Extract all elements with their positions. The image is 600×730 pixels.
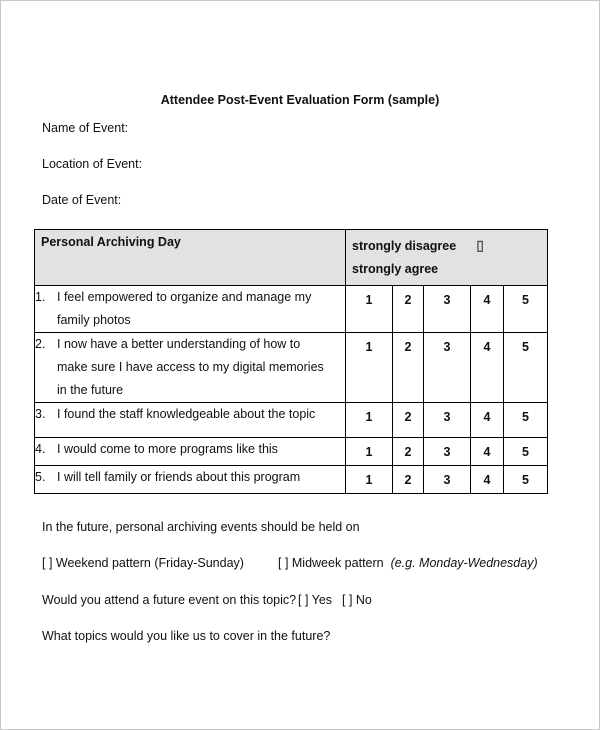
rating-2[interactable]: 2 (392, 465, 424, 494)
table-header-scale: strongly disagree ▯ strongly agree (345, 229, 548, 286)
event-name-field[interactable]: Name of Event: (42, 121, 128, 135)
rating-5[interactable]: 5 (503, 437, 548, 466)
question-number: 2. (35, 337, 46, 351)
rating-3[interactable]: 3 (423, 332, 471, 403)
scale-symbol-icon: ▯ (476, 237, 484, 253)
question-number: 5. (35, 470, 46, 484)
scale-low-label: strongly disagree (352, 239, 457, 253)
question-number: 4. (35, 442, 46, 456)
evaluation-table: Personal Archiving Day strongly disagree… (34, 229, 548, 494)
rating-5[interactable]: 5 (503, 285, 548, 333)
rating-4[interactable]: 4 (470, 285, 504, 333)
rating-4[interactable]: 4 (470, 465, 504, 494)
form-title: Attendee Post-Event Evaluation Form (sam… (160, 93, 440, 107)
rating-2[interactable]: 2 (392, 402, 424, 438)
rating-4[interactable]: 4 (470, 402, 504, 438)
scale-high-label: strongly agree (352, 262, 439, 276)
rating-3[interactable]: 3 (423, 437, 471, 466)
question-text: I would come to more programs like this (57, 442, 278, 456)
question-text: I found the staff knowledgeable about th… (57, 407, 316, 421)
table-row: 1. I feel empowered to organize and manag… (34, 285, 548, 333)
question-text: I now have a better understanding of how… (57, 337, 324, 397)
midweek-example: (e.g. Monday-Wednesday) (390, 556, 538, 570)
rating-1[interactable]: 1 (345, 402, 393, 438)
rating-4[interactable]: 4 (470, 437, 504, 466)
rating-3[interactable]: 3 (423, 285, 471, 333)
future-events-question: In the future, personal archiving events… (42, 520, 360, 534)
rating-4[interactable]: 4 (470, 332, 504, 403)
table-header-row: Personal Archiving Day strongly disagree… (34, 229, 548, 286)
event-date-field[interactable]: Date of Event: (42, 193, 121, 207)
table-row: 2. I now have a better understanding of h… (34, 332, 548, 403)
weekend-option[interactable]: [ ] Weekend pattern (Friday-Sunday) (42, 556, 244, 570)
midweek-option[interactable]: [ ] Midweek pattern (e.g. Monday-Wednesd… (278, 556, 538, 570)
question-text: I will tell family or friends about this… (57, 470, 301, 484)
midweek-option-label: [ ] Midweek pattern (278, 556, 384, 570)
rating-5[interactable]: 5 (503, 332, 548, 403)
rating-2[interactable]: 2 (392, 285, 424, 333)
table-row: 4. I would come to more programs like thi… (34, 437, 548, 466)
rating-1[interactable]: 1 (345, 465, 393, 494)
table-header-event: Personal Archiving Day (34, 229, 346, 286)
table-row: 3. I found the staff knowledgeable about … (34, 402, 548, 438)
yes-option[interactable]: [ ] Yes (298, 593, 332, 607)
rating-2[interactable]: 2 (392, 437, 424, 466)
table-row: 5. I will tell family or friends about th… (34, 465, 548, 494)
event-location-field[interactable]: Location of Event: (42, 157, 142, 171)
question-text: I feel empowered to organize and manage … (57, 290, 312, 327)
rating-1[interactable]: 1 (345, 285, 393, 333)
topics-question: What topics would you like us to cover i… (42, 629, 331, 643)
rating-5[interactable]: 5 (503, 402, 548, 438)
rating-1[interactable]: 1 (345, 332, 393, 403)
rating-5[interactable]: 5 (503, 465, 548, 494)
no-option[interactable]: [ ] No (342, 593, 372, 607)
question-number: 3. (35, 407, 46, 421)
attend-question: Would you attend a future event on this … (42, 593, 297, 607)
rating-2[interactable]: 2 (392, 332, 424, 403)
question-number: 1. (35, 290, 46, 304)
rating-1[interactable]: 1 (345, 437, 393, 466)
rating-3[interactable]: 3 (423, 465, 471, 494)
rating-3[interactable]: 3 (423, 402, 471, 438)
